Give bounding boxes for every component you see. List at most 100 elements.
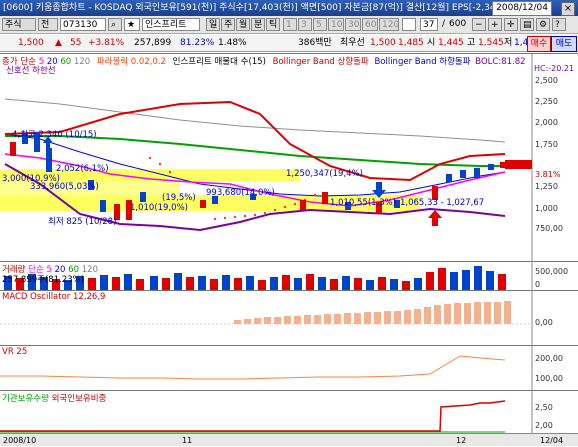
vr-line: [0, 355, 506, 380]
settings-icon[interactable]: ⚙: [536, 18, 550, 31]
crosshair-icon[interactable]: ✛: [504, 18, 518, 31]
search-icon[interactable]: ⌕: [108, 18, 122, 31]
count-input[interactable]: 37: [420, 18, 438, 31]
annotation: 1,250,347(19,4%): [286, 169, 363, 179]
period-month[interactable]: 월: [236, 18, 250, 31]
vr-legend: VR 25: [2, 347, 28, 357]
volume-current: 257,899주(81.23%): [2, 275, 85, 285]
y-tick: 1,000: [535, 204, 558, 213]
y-tick: 750,00: [535, 224, 563, 233]
macd-y-axis: 0,00: [532, 291, 578, 345]
print-icon[interactable]: ▤: [520, 18, 534, 31]
minute-1[interactable]: 1: [283, 18, 297, 31]
period-minute[interactable]: 분: [251, 18, 265, 31]
minute-30[interactable]: 30: [345, 18, 361, 31]
foreign-legend: 기관보유수량 외국인보유비중: [2, 392, 106, 404]
minute-120[interactable]: 120: [379, 18, 399, 31]
date-label: 12: [456, 436, 467, 445]
volume-ma120: 120: [81, 265, 98, 275]
foreign-ratio-label: 외국인보유비중: [51, 394, 107, 404]
zoom-out-icon[interactable]: −: [472, 18, 486, 31]
y-tick: 2,00: [535, 421, 553, 430]
volume-panel[interactable]: 거래량 단순 5 20 60 120 257,899주(81.23%) 500,…: [0, 261, 578, 290]
minute-5[interactable]: 5: [313, 18, 327, 31]
date-label: 2008/10: [3, 436, 37, 445]
date-label: 11: [182, 436, 193, 445]
lower-limit-text: 하한선: [32, 66, 56, 76]
minute-custom-input[interactable]: [402, 18, 416, 31]
macd-legend: MACD Oscillator 12,26,9: [2, 292, 106, 302]
y-tick: 100,00: [535, 374, 563, 383]
turnover: 1.48%: [218, 38, 247, 48]
quote-bar: 1,500 ▲ 55 +3.81% 257,899 81.23% 1.48% 3…: [0, 35, 578, 52]
price-chart-panel[interactable]: 종가 단순 5 20 60 120 파라볼릭 0.02,0.2 인스프리트 매물…: [0, 53, 578, 261]
foreign-y-axis: 2,50 2,00: [532, 391, 578, 434]
help-icon[interactable]: ?: [552, 18, 566, 31]
annotation: 2,052(6,1%): [56, 164, 109, 174]
favorite-icon[interactable]: ★: [124, 18, 140, 31]
mode-select[interactable]: 전: [38, 18, 58, 31]
stock-name-field[interactable]: 인스프리트: [142, 18, 200, 31]
bb-upper-label: Bollinger Band 상향돌파: [272, 57, 369, 67]
y-tick: 0,00: [535, 318, 553, 327]
side-annotation: 3,000(10,9%): [2, 174, 60, 184]
y-tick: 2,000: [535, 118, 558, 127]
volume: 257,899: [134, 38, 172, 48]
period-day[interactable]: 일: [206, 18, 220, 31]
count-total: 600: [449, 19, 467, 29]
best-ask: 1,500: [370, 38, 396, 48]
low-label: 저: [504, 38, 513, 48]
y-tick: 0: [535, 280, 541, 289]
institution-label: 기관보유수량: [2, 394, 49, 404]
macd-bars: [234, 301, 511, 324]
minute-60[interactable]: 60: [362, 18, 378, 31]
minute-3[interactable]: 3: [298, 18, 312, 31]
price-tag-bg: [505, 160, 532, 169]
macd-panel[interactable]: MACD Oscillator 12,26,9 0,00: [0, 290, 578, 345]
foreign-ratio-line: [0, 400, 506, 432]
zoom-in-icon[interactable]: +: [488, 18, 502, 31]
annotation: 1,010(19,0%): [130, 203, 188, 213]
current-price-tag: 1,500: [535, 160, 561, 169]
date-display[interactable]: 2008/12/04: [492, 1, 552, 16]
price-chart-svg: [0, 54, 533, 261]
y-tick: 1,750: [535, 140, 558, 149]
y-tick: 2,50: [535, 403, 553, 412]
high-annotation: 4,최고 2,340 (10/15): [12, 130, 97, 140]
y-tick: 500,000: [535, 267, 569, 276]
price-y-axis: 2,500 2,250 2,000 1,750 1,500 3.81% 1,25…: [532, 54, 578, 261]
volume-rate: 81.23%: [180, 38, 215, 48]
foreign-panel[interactable]: 기관보유수량 외국인보유비중 2,50 2,00: [0, 390, 578, 434]
ma60-line: [5, 135, 505, 167]
close-icon[interactable]: ×: [561, 2, 575, 16]
stock-code-input[interactable]: 073130: [60, 18, 106, 31]
buy-button[interactable]: 매수: [527, 36, 551, 52]
buy-signal-arrow-icon: [428, 210, 442, 226]
y-tick: 200,00: [535, 354, 563, 363]
high-label: 고: [467, 38, 476, 48]
minute-10[interactable]: 10: [328, 18, 344, 31]
annotation: 1,065,33 - 1,027,67: [400, 198, 485, 208]
ma120-label: 120: [73, 57, 91, 67]
best-bid: 1,485: [398, 38, 424, 48]
annotation: 1,010,55(1,3%): [330, 198, 397, 208]
vr-y-axis: 200,00 100,00: [532, 346, 578, 390]
ma60-label: 60: [60, 57, 72, 67]
change-rate: +3.81%: [88, 38, 125, 48]
open-label: 시: [427, 38, 436, 48]
parabolic-label: 파라볼릭 0.02,0.2: [96, 57, 166, 67]
period-tick[interactable]: 틱: [266, 18, 280, 31]
open-price: 1,445: [438, 38, 464, 48]
date-axis: 2008/10 11 12 12/04: [0, 433, 578, 446]
toolbar: 주식 전 073130 ⌕ ★ 인스프리트 일 주 월 분 틱 1 3 5 10…: [0, 16, 578, 34]
date-label: 12/04: [540, 436, 564, 445]
annotation: (19,5%): [162, 193, 196, 203]
vr-panel[interactable]: VR 25 200,00 100,00: [0, 345, 578, 390]
vr-chart-svg: [0, 346, 533, 390]
bb-lc-label: BOLC:81.82: [475, 57, 526, 67]
period-week[interactable]: 주: [221, 18, 235, 31]
market-select[interactable]: 주식: [2, 18, 36, 31]
signal-text: 신호선: [6, 66, 30, 76]
best-label: 최우선: [340, 38, 365, 48]
sell-button[interactable]: 매도: [551, 36, 577, 52]
